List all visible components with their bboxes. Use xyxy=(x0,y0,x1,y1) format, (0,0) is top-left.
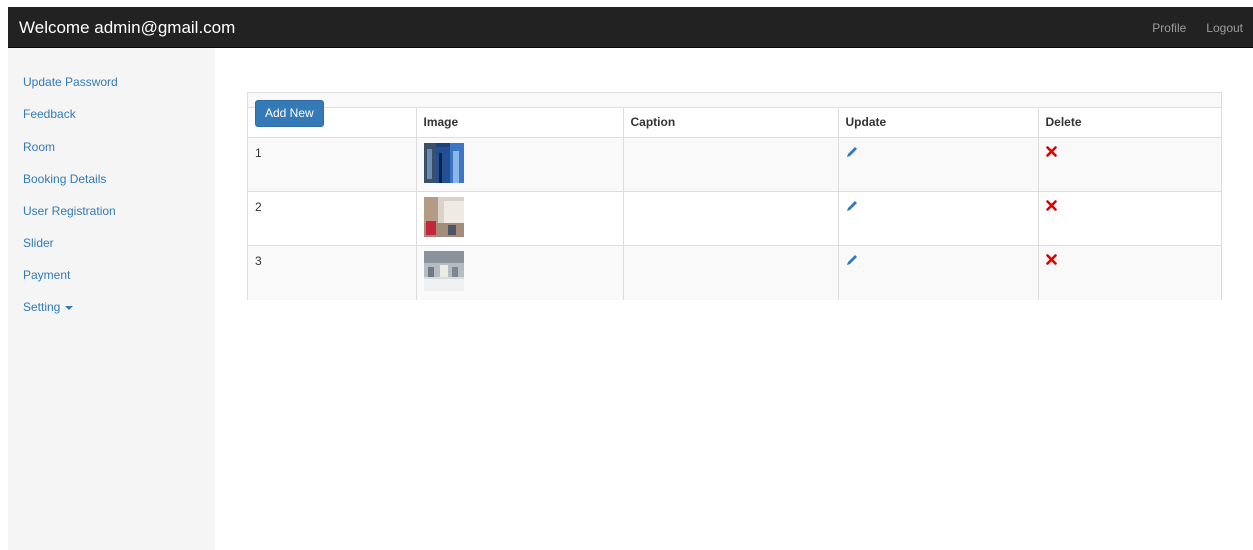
profile-link[interactable]: Profile xyxy=(1152,20,1186,36)
delete-cell xyxy=(1037,191,1221,246)
pencil-icon[interactable] xyxy=(846,200,858,212)
update-cell xyxy=(837,245,1038,300)
navbar: Welcome admin@gmail.com Profile Logout xyxy=(8,7,1253,48)
sidebar-item-feedback[interactable]: Feedback xyxy=(23,106,76,122)
slider-table-panel: Sr No Image Caption Update Delete 1 xyxy=(247,92,1222,300)
remove-icon[interactable] xyxy=(1045,254,1057,265)
table-row: 2 xyxy=(248,191,1221,246)
pencil-icon[interactable] xyxy=(846,146,858,158)
column-header-update: Update xyxy=(837,107,1038,138)
sidebar-item-update-password[interactable]: Update Password xyxy=(23,74,118,90)
sidebar-item-setting[interactable]: Setting xyxy=(23,299,74,315)
table-row: 3 xyxy=(248,245,1221,300)
logout-link[interactable]: Logout xyxy=(1206,20,1243,36)
caption-cell xyxy=(622,191,838,246)
sidebar-item-room[interactable]: Room xyxy=(23,139,55,155)
caption-cell xyxy=(622,137,838,192)
sidebar: Update Password Feedback Room Booking De… xyxy=(8,48,215,550)
welcome-text: Welcome admin@gmail.com xyxy=(19,18,236,37)
column-header-image: Image xyxy=(415,107,623,138)
sr-no-cell: 3 xyxy=(248,245,416,300)
remove-icon[interactable] xyxy=(1045,146,1057,157)
top-nav: Profile Logout xyxy=(1152,20,1243,36)
pencil-icon[interactable] xyxy=(846,254,858,266)
slider-thumbnail xyxy=(423,143,464,183)
slider-thumbnail xyxy=(423,197,464,237)
sidebar-item-slider[interactable]: Slider xyxy=(23,235,54,251)
caption-cell xyxy=(622,245,838,300)
update-cell xyxy=(837,191,1038,246)
update-cell xyxy=(837,137,1038,192)
remove-icon[interactable] xyxy=(1045,200,1057,211)
table-row: 1 xyxy=(248,137,1221,192)
sidebar-item-payment[interactable]: Payment xyxy=(23,267,70,283)
add-new-button[interactable]: Add New xyxy=(255,100,324,127)
column-header-delete: Delete xyxy=(1037,107,1221,138)
table-toolbar xyxy=(248,93,1221,107)
sr-no-cell: 2 xyxy=(248,191,416,246)
column-header-caption: Caption xyxy=(622,107,838,138)
image-cell xyxy=(415,191,623,246)
image-cell xyxy=(415,245,623,300)
sidebar-item-booking-details[interactable]: Booking Details xyxy=(23,171,106,187)
delete-cell xyxy=(1037,245,1221,300)
sidebar-item-label: Setting xyxy=(23,300,61,314)
caret-down-icon xyxy=(65,305,74,310)
table-header-row: Sr No Image Caption Update Delete xyxy=(248,107,1221,138)
sr-no-cell: 1 xyxy=(248,137,416,192)
slider-table: Sr No Image Caption Update Delete 1 xyxy=(248,107,1221,300)
image-cell xyxy=(415,137,623,192)
sidebar-item-user-registration[interactable]: User Registration xyxy=(23,203,116,219)
slider-thumbnail xyxy=(423,251,464,291)
delete-cell xyxy=(1037,137,1221,192)
